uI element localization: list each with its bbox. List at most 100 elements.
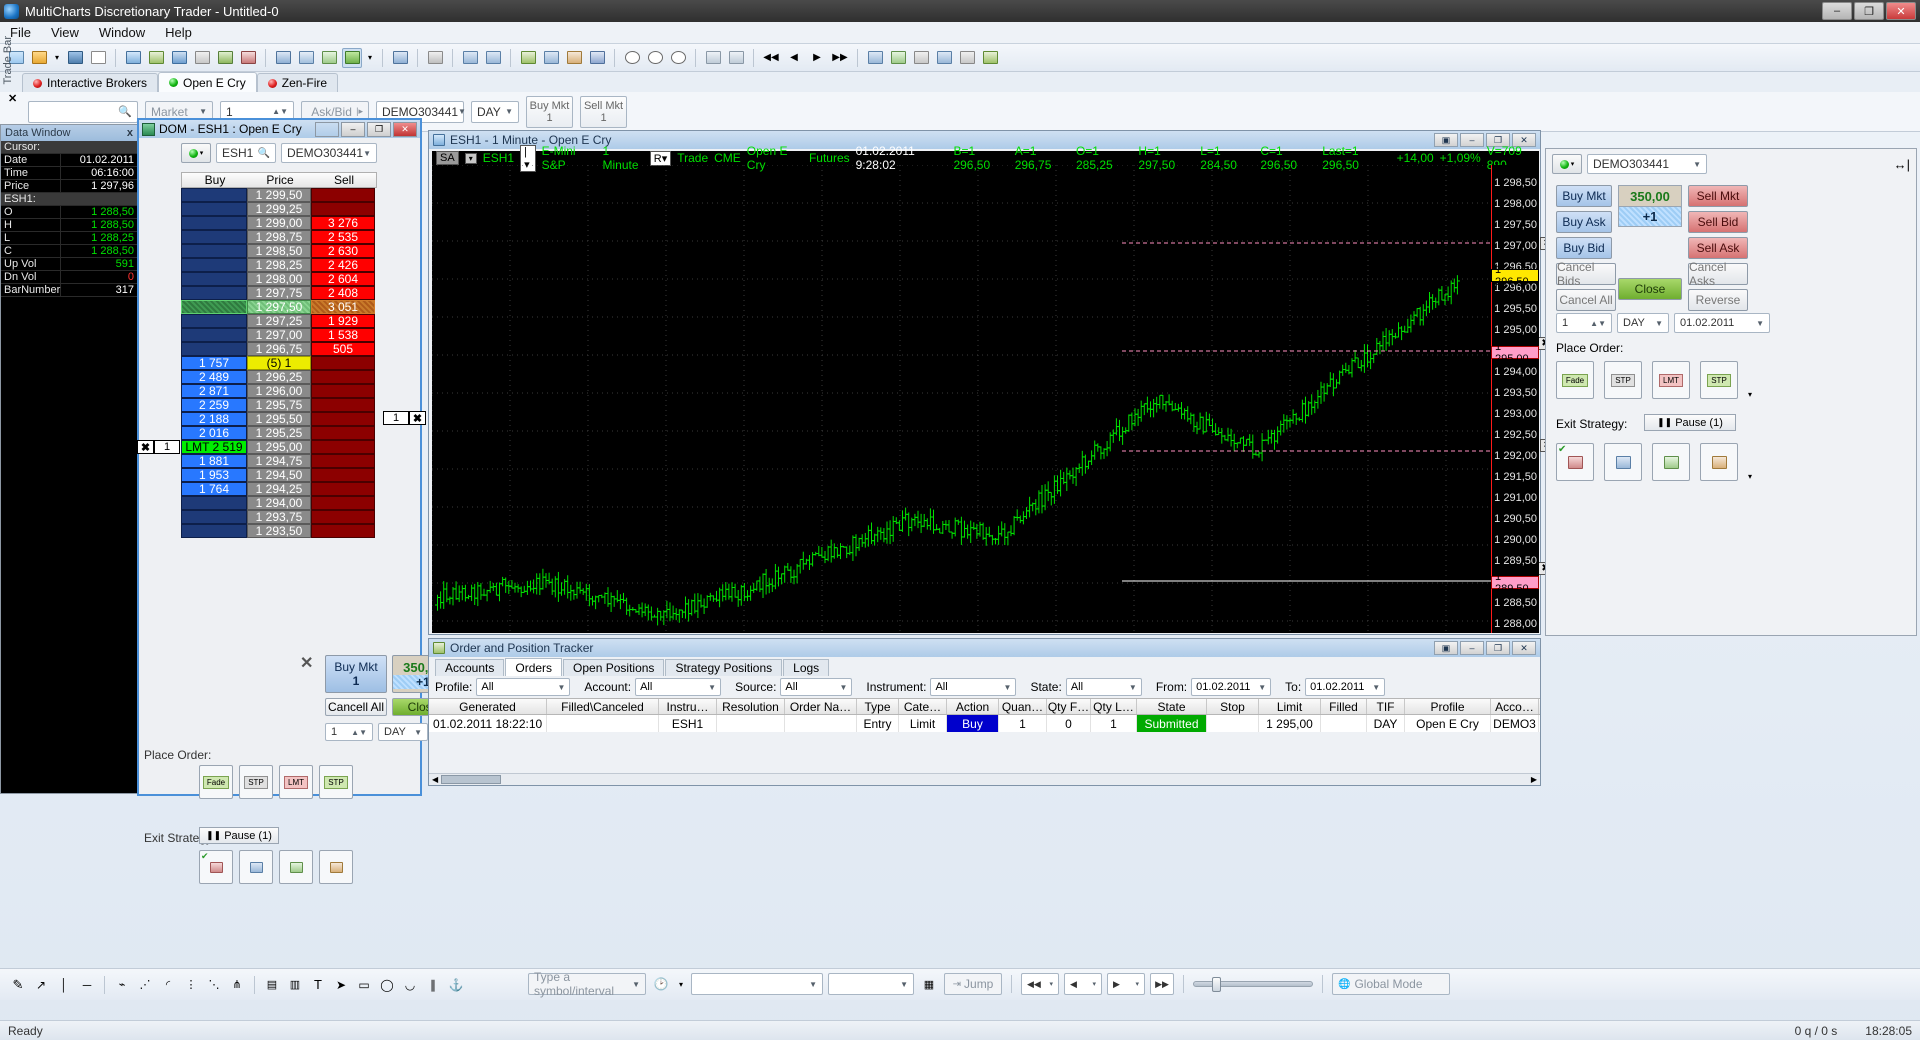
dom-tif-select[interactable]: DAY ▼ xyxy=(378,723,428,741)
format-icon[interactable] xyxy=(390,48,410,68)
nav-prev-button[interactable]: ◀▾ xyxy=(1064,973,1102,995)
oe-cancel-bids-button[interactable]: Cancel Bids xyxy=(1556,263,1616,285)
dom-price-cell[interactable]: 1 293,75 xyxy=(247,510,311,524)
tracker-minimize-button[interactable]: – xyxy=(1460,641,1484,655)
dom-close-button[interactable]: ✕ xyxy=(393,122,417,137)
tracker-tab-accounts[interactable]: Accounts xyxy=(435,659,504,676)
dom-sell-cell[interactable] xyxy=(311,398,375,412)
menu-item-view[interactable]: View xyxy=(51,25,79,40)
window-controls[interactable]: – ❐ ✕ xyxy=(1822,2,1916,20)
andrews-pitchfork-icon[interactable]: ⋔ xyxy=(227,975,247,995)
broker-tab-open-e-cry[interactable]: Open E Cry xyxy=(158,72,257,92)
menu-item-window[interactable]: Window xyxy=(99,25,145,40)
tif-select[interactable]: DAY▼ xyxy=(471,101,519,123)
restore-button[interactable]: ❐ xyxy=(1854,2,1884,20)
dom-place-order-tiles[interactable]: Fade STP LMT STP xyxy=(199,765,353,799)
order-entry-header[interactable]: ▾ DEMO303441 ▼ ↔| xyxy=(1546,149,1916,179)
first-bar-icon[interactable]: ◀◀ xyxy=(761,48,781,68)
dom-ladder-row[interactable]: LMT 2 5191 295,00 xyxy=(181,440,377,454)
oe-close-button[interactable]: Close xyxy=(1618,278,1682,300)
tracker-tab-open-positions[interactable]: Open Positions xyxy=(563,659,664,676)
chart-price-axis[interactable]: 1 298,501 298,001 297,501 297,001 296,50… xyxy=(1491,165,1539,633)
oe-cancel-asks-button[interactable]: Cancel Asks xyxy=(1688,263,1748,285)
dom-sell-order-qty[interactable]: 1 xyxy=(383,411,409,425)
fib-retracement-icon[interactable]: ⌁ xyxy=(112,975,132,995)
dom-buy-cell[interactable]: 2 188 xyxy=(181,412,247,426)
dom-sell-cell[interactable]: 3 051 xyxy=(311,300,375,314)
zoom-slider[interactable] xyxy=(1193,981,1313,987)
tracker-close-button[interactable]: ✕ xyxy=(1512,641,1536,655)
dom-ladder-row[interactable]: 1 299,003 276 xyxy=(181,216,377,230)
dom-price-cell[interactable]: 1 294,75 xyxy=(247,454,311,468)
oe-buy-mkt-button[interactable]: Buy Mkt xyxy=(1556,185,1612,207)
symbol-interval-input[interactable]: Type a symbol/interval ▼ xyxy=(528,973,646,995)
dom-restore-button[interactable]: ❐ xyxy=(367,122,391,137)
dom-qty-input[interactable]: 1 ▲▼ xyxy=(325,723,373,741)
arrow-tool-icon[interactable]: ➤ xyxy=(331,975,351,995)
chart-sa-badge[interactable]: SA xyxy=(436,151,459,165)
dom-price-cell[interactable]: 1 297,50 xyxy=(247,300,311,314)
dom-sell-cell[interactable]: 2 630 xyxy=(311,244,375,258)
dom-ladder-row[interactable]: 1 298,752 535 xyxy=(181,230,377,244)
dom-buy-cell[interactable] xyxy=(181,272,247,286)
dom-sell-order-tag[interactable]: 1 ✖ xyxy=(383,411,426,425)
dom-exit-strategy-tiles[interactable]: ✔ xyxy=(199,850,353,884)
stepper-icon[interactable]: ▲▼ xyxy=(272,107,288,116)
dom-exit-tile-3[interactable] xyxy=(279,850,313,884)
dom-price-cell[interactable]: 1 294,50 xyxy=(247,468,311,482)
dom-minimize-button[interactable]: – xyxy=(341,122,365,137)
dom-sell-cell[interactable] xyxy=(311,524,375,538)
dom-price-cell[interactable]: 1 298,25 xyxy=(247,258,311,272)
dom-price-cell[interactable]: 1 296,75 xyxy=(247,342,311,356)
dom-buy-cell[interactable] xyxy=(181,496,247,510)
dom-ladder-row[interactable]: 1 8811 294,75 xyxy=(181,454,377,468)
rectangle-tool-icon[interactable]: ▭ xyxy=(354,975,374,995)
dom-order-tile-lmt[interactable]: LMT xyxy=(279,765,313,799)
dom-ladder-row[interactable]: 1 7641 294,25 xyxy=(181,482,377,496)
channel-tool-icon[interactable]: ∥ xyxy=(423,975,443,995)
dom-buy-cell[interactable] xyxy=(181,188,247,202)
dom-ladder-row[interactable]: 1 298,252 426 xyxy=(181,258,377,272)
tracker-filter-select[interactable]: All▼ xyxy=(476,678,570,696)
dom-sell-cell[interactable]: 2 604 xyxy=(311,272,375,286)
stepper-icon[interactable]: ▲▼ xyxy=(351,728,367,737)
oe-exit-strategy-tiles[interactable]: ✔ ▾ xyxy=(1556,443,1752,481)
print-icon[interactable] xyxy=(957,48,977,68)
oe-order-tile-fade[interactable]: Fade xyxy=(1556,361,1594,399)
dom-ladder-row[interactable]: 1 296,75505 xyxy=(181,342,377,356)
dom-price-cell[interactable]: 1 293,50 xyxy=(247,524,311,538)
dom-sell-cell[interactable]: 505 xyxy=(311,342,375,356)
dom-ladder-row[interactable]: 1 298,502 630 xyxy=(181,244,377,258)
minimize-button[interactable]: – xyxy=(1822,2,1852,20)
tracker-filter-bar[interactable]: Profile:All▼Account:All▼Source:All▼Instr… xyxy=(429,676,1540,698)
dom-account-select[interactable]: DEMO303441 ▼ xyxy=(281,143,377,163)
dom-sell-cell[interactable] xyxy=(311,454,375,468)
dom-ladder-row[interactable]: 1 294,00 xyxy=(181,496,377,510)
dom-symbol-input[interactable]: ESH1 🔍 xyxy=(216,143,276,163)
dom-buy-cell[interactable] xyxy=(181,342,247,356)
tracker-window-controls[interactable]: ▣ – ❐ ✕ xyxy=(1434,641,1536,655)
dom-ladder-row[interactable]: 1 297,752 408 xyxy=(181,286,377,300)
chevron-down-icon[interactable]: ▾ xyxy=(200,149,204,157)
tracker-column-header[interactable]: Cate… xyxy=(899,699,947,714)
dom-buy-cell[interactable]: 2 489 xyxy=(181,370,247,384)
oe-qty-input[interactable]: 1 ▲▼ xyxy=(1556,313,1612,333)
gann-fan-icon[interactable]: ⋱ xyxy=(204,975,224,995)
open-folder-icon[interactable] xyxy=(29,48,49,68)
vertical-line-icon[interactable]: │ xyxy=(54,975,74,995)
signal-icon[interactable] xyxy=(296,48,316,68)
dom-price-cell[interactable]: 1 294,25 xyxy=(247,482,311,496)
nav-next-button[interactable]: ▶▾ xyxy=(1107,973,1145,995)
chevron-down-icon[interactable]: ▾ xyxy=(465,153,477,164)
function-icon[interactable] xyxy=(192,48,212,68)
oe-pause-button[interactable]: ❚❚ Pause (1) xyxy=(1644,414,1736,431)
dom-ladder-row[interactable]: 1 293,75 xyxy=(181,510,377,524)
tracker-filter-select[interactable]: All▼ xyxy=(780,678,852,696)
tracker-restore-button[interactable]: ❐ xyxy=(1486,641,1510,655)
dom-order-tile-stp[interactable]: STP xyxy=(239,765,273,799)
tracker-filter-select[interactable]: 01.02.2011▼ xyxy=(1305,678,1385,696)
horizontal-line-icon[interactable]: ─ xyxy=(77,975,97,995)
dom-buy-cell[interactable]: 2 259 xyxy=(181,398,247,412)
tracker-pin-button[interactable]: ▣ xyxy=(1434,641,1458,655)
dom-buy-cell[interactable] xyxy=(181,202,247,216)
